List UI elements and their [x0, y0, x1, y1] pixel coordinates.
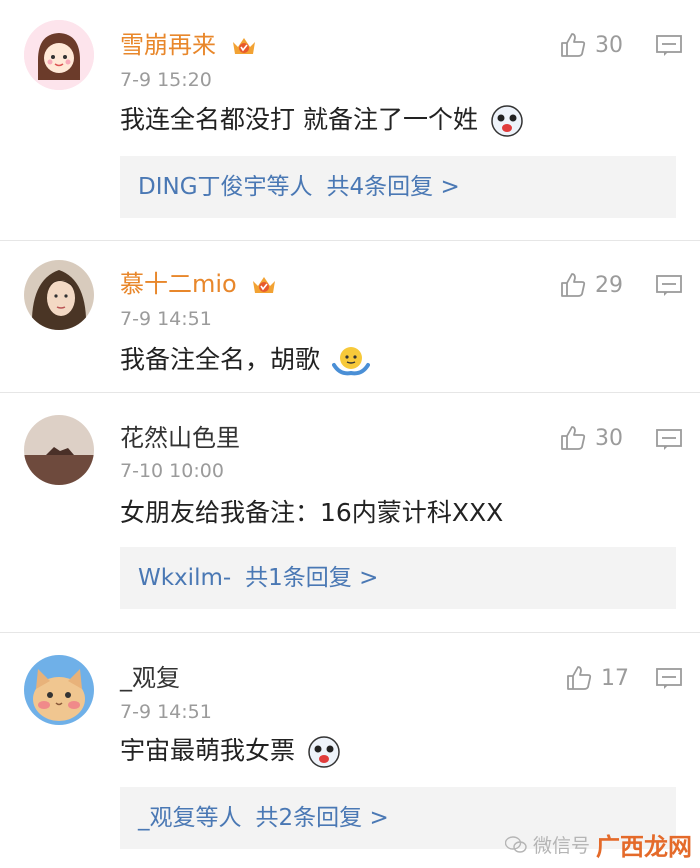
- thumb-up-icon: [567, 666, 592, 690]
- username-text[interactable]: 花然山色里: [120, 424, 240, 452]
- like-button[interactable]: 30: [559, 30, 623, 60]
- comment-2: 慕十二mio 7-9 14:51 29 我备注全名，胡歌: [0, 241, 700, 391]
- comment-time: 7-9 15:20: [120, 69, 212, 91]
- comment-text-content: 我连全名都没打 就备注了一个姓: [120, 105, 478, 134]
- comment-text-content: 我备注全名，胡歌: [120, 345, 321, 374]
- watermark: 微信号 广西龙网: [504, 827, 692, 862]
- username[interactable]: _观复: [120, 663, 180, 693]
- like-button[interactable]: 29: [559, 270, 623, 300]
- reply-names[interactable]: _观复等人: [138, 805, 242, 831]
- watermark-site: 广西龙网: [596, 833, 692, 861]
- watermark-label: 微信号: [532, 835, 590, 857]
- avatar[interactable]: [24, 655, 94, 725]
- reply-names[interactable]: Wkxilm-: [138, 565, 231, 591]
- username[interactable]: 雪崩再来: [120, 30, 258, 60]
- comment-time: 7-9 14:51: [120, 308, 212, 330]
- like-count: 17: [601, 665, 629, 691]
- comment-3: 花然山色里 7-10 10:00 30 女朋友给我备注：16内蒙计科XXX Wk…: [0, 393, 700, 631]
- wechat-icon: [504, 835, 527, 853]
- like-button[interactable]: 17: [565, 663, 629, 693]
- username-text[interactable]: 慕十二mio: [120, 270, 237, 298]
- shrug-emoji-icon: [331, 347, 370, 376]
- laughing-emoji-icon: [491, 105, 523, 137]
- reply-summary[interactable]: DING丁俊宇等人 共4条回复 >: [120, 156, 676, 218]
- like-count: 29: [595, 272, 623, 298]
- vip-crown-icon: [232, 38, 255, 54]
- username[interactable]: 花然山色里: [120, 423, 240, 453]
- comment-time: 7-9 14:51: [120, 701, 212, 723]
- comment-time: 7-10 10:00: [120, 460, 224, 482]
- avatar[interactable]: [24, 20, 94, 90]
- username-text[interactable]: 雪崩再来: [120, 31, 216, 59]
- vip-crown-icon: [253, 277, 276, 293]
- avatar[interactable]: [24, 415, 94, 485]
- reply-comment-icon[interactable]: [656, 35, 682, 57]
- comment-text: 我备注全名，胡歌: [120, 344, 370, 377]
- username[interactable]: 慕十二mio: [120, 269, 278, 299]
- like-button[interactable]: 30: [559, 423, 623, 453]
- reply-count-link[interactable]: 共1条回复 >: [245, 565, 378, 591]
- comment-text-content: 宇宙最萌我女票: [120, 736, 296, 765]
- like-count: 30: [595, 32, 623, 58]
- comment-text: 女朋友给我备注：16内蒙计科XXX: [120, 497, 503, 529]
- thumb-up-icon: [561, 33, 586, 57]
- reply-summary[interactable]: Wkxilm- 共1条回复 >: [120, 547, 676, 609]
- reply-count-link[interactable]: 共4条回复 >: [327, 174, 460, 200]
- thumb-up-icon: [561, 426, 586, 450]
- comment-text: 我连全名都没打 就备注了一个姓: [120, 104, 524, 138]
- comment-text: 宇宙最萌我女票: [120, 735, 341, 769]
- thumb-up-icon: [561, 273, 586, 297]
- reply-comment-icon[interactable]: [656, 429, 682, 451]
- reply-comment-icon[interactable]: [656, 275, 682, 297]
- username-text[interactable]: _观复: [120, 664, 180, 692]
- comment-1: 雪崩再来 7-9 15:20 30 我连全名都没打 就备注了一个姓 DING丁俊…: [0, 0, 700, 240]
- avatar[interactable]: [24, 260, 94, 330]
- comment-text-content: 女朋友给我备注：16内蒙计科XXX: [120, 498, 504, 527]
- laughing-emoji-icon: [308, 736, 340, 768]
- reply-comment-icon[interactable]: [656, 668, 682, 690]
- reply-names[interactable]: DING丁俊宇等人: [138, 174, 313, 200]
- like-count: 30: [595, 425, 623, 451]
- reply-count-link[interactable]: 共2条回复 >: [256, 805, 389, 831]
